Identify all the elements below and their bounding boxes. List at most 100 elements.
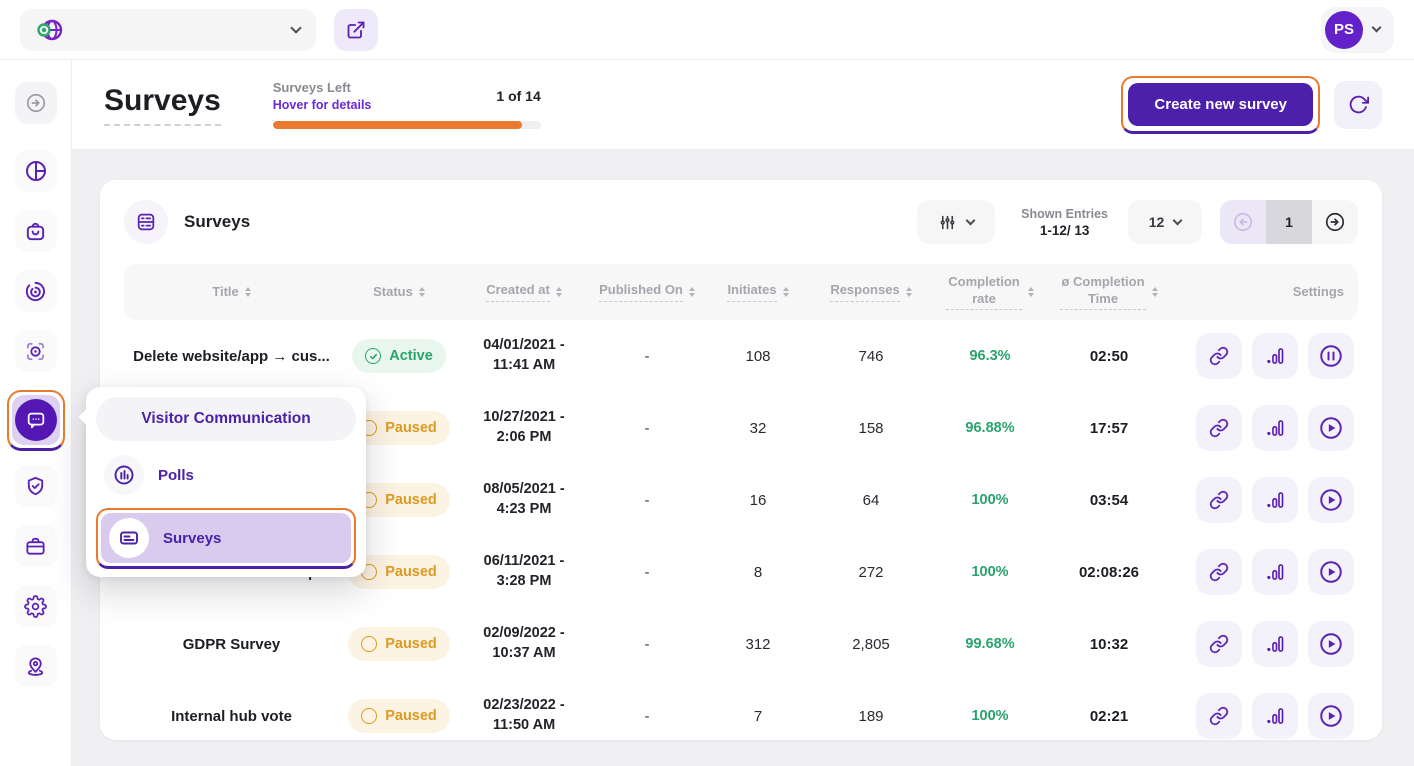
quota-hover-link[interactable]: Hover for details bbox=[273, 98, 372, 112]
surveys-quota: Surveys Left Hover for details 1 of 14 bbox=[273, 80, 541, 129]
initiates-count: 32 bbox=[705, 420, 811, 437]
refresh-button[interactable] bbox=[1334, 81, 1382, 129]
map-pin-icon bbox=[24, 655, 47, 678]
shown-entries-label: Shown Entries bbox=[1021, 207, 1108, 221]
filter-button[interactable] bbox=[917, 200, 995, 244]
circle-arrow-right-icon bbox=[25, 92, 47, 114]
column-header-completion-rate[interactable]: Completion rate bbox=[931, 266, 1049, 319]
sidebar-item-locations[interactable] bbox=[15, 645, 57, 687]
survey-stats-button[interactable] bbox=[1252, 333, 1298, 379]
created-at: 08/05/2021 -4:23 PM bbox=[459, 480, 589, 519]
polls-icon bbox=[104, 455, 144, 495]
page-size-value: 12 bbox=[1149, 214, 1165, 230]
sidebar-item-campaigns[interactable] bbox=[15, 270, 57, 312]
quota-value: 1 of 14 bbox=[496, 88, 540, 104]
chevron-down-icon bbox=[1372, 23, 1382, 33]
column-header-initiates[interactable]: Initiates bbox=[705, 274, 811, 310]
completion-rate: 100% bbox=[931, 564, 1049, 580]
survey-link-button[interactable] bbox=[1196, 405, 1242, 451]
next-page-button[interactable] bbox=[1312, 200, 1358, 244]
survey-toggle-button[interactable] bbox=[1308, 405, 1354, 451]
workspace-dropdown[interactable] bbox=[20, 9, 316, 51]
completion-time: 02:50 bbox=[1049, 348, 1169, 365]
row-settings bbox=[1169, 621, 1358, 667]
user-menu[interactable]: PS bbox=[1321, 7, 1394, 53]
table-row[interactable]: Internal hub vote Paused 02/23/2022 -11:… bbox=[124, 680, 1358, 752]
surveys-table-icon bbox=[124, 200, 168, 244]
briefcase-icon bbox=[24, 535, 47, 558]
survey-stats-button[interactable] bbox=[1252, 549, 1298, 595]
survey-link-button[interactable] bbox=[1196, 477, 1242, 523]
avatar: PS bbox=[1325, 11, 1363, 49]
column-header-created-at[interactable]: Created at bbox=[459, 274, 589, 310]
survey-stats-button[interactable] bbox=[1252, 477, 1298, 523]
sort-icon bbox=[245, 287, 251, 298]
sidebar-item-inbox[interactable] bbox=[15, 210, 57, 252]
completion-rate: 96.3% bbox=[931, 348, 1049, 364]
column-header-published-on[interactable]: Published On bbox=[589, 274, 705, 310]
responses-count: 189 bbox=[811, 708, 931, 725]
sidebar-item-privacy[interactable] bbox=[15, 465, 57, 507]
sliders-icon bbox=[938, 213, 957, 232]
survey-stats-button[interactable] bbox=[1252, 405, 1298, 451]
row-settings bbox=[1169, 693, 1358, 739]
shown-entries-value: 1-12/ 13 bbox=[1021, 223, 1108, 238]
surveys-icon bbox=[109, 518, 149, 558]
card-title: Surveys bbox=[184, 212, 250, 232]
sidebar-item-tracking[interactable] bbox=[15, 330, 57, 372]
website-status-icon bbox=[36, 18, 66, 42]
menu-item-surveys[interactable]: Surveys bbox=[101, 513, 351, 563]
menu-item-polls[interactable]: Polls bbox=[96, 450, 356, 500]
initiates-count: 7 bbox=[705, 708, 811, 725]
completion-time: 10:32 bbox=[1049, 636, 1169, 653]
survey-toggle-button[interactable] bbox=[1308, 333, 1354, 379]
survey-link-button[interactable] bbox=[1196, 549, 1242, 595]
sidebar-active-highlight bbox=[7, 390, 65, 451]
sidebar-item-organization[interactable] bbox=[15, 525, 57, 567]
table-row[interactable]: GDPR Survey Paused 02/09/2022 -10:37 AM … bbox=[124, 608, 1358, 680]
link-icon bbox=[1209, 490, 1229, 510]
completion-time: 02:21 bbox=[1049, 708, 1169, 725]
column-header-completion-time[interactable]: ø Completion Time bbox=[1049, 266, 1169, 319]
current-page-button[interactable]: 1 bbox=[1266, 200, 1312, 244]
sidebar-item-dashboard[interactable] bbox=[15, 150, 57, 192]
row-settings bbox=[1169, 477, 1358, 523]
status-badge: Paused bbox=[348, 627, 450, 661]
column-header-responses[interactable]: Responses bbox=[811, 274, 931, 310]
surveys-item-highlight: Surveys bbox=[96, 508, 356, 569]
sidebar-item-settings[interactable] bbox=[15, 585, 57, 627]
survey-link-button[interactable] bbox=[1196, 333, 1242, 379]
link-icon bbox=[1209, 562, 1229, 582]
sidebar-item-collapse[interactable] bbox=[15, 82, 57, 124]
survey-stats-button[interactable] bbox=[1252, 693, 1298, 739]
survey-link-button[interactable] bbox=[1196, 621, 1242, 667]
pagination: 1 bbox=[1220, 200, 1358, 244]
create-new-survey-button[interactable]: Create new survey bbox=[1128, 83, 1313, 126]
column-header-title[interactable]: Title bbox=[124, 276, 339, 309]
gear-icon bbox=[24, 595, 47, 618]
table-row[interactable]: Delete website/app → cus... Active 04/01… bbox=[124, 320, 1358, 392]
survey-toggle-button[interactable] bbox=[1308, 693, 1354, 739]
published-on: - bbox=[589, 564, 705, 581]
survey-title: Delete website/app → cus... bbox=[124, 348, 339, 365]
status-icon bbox=[365, 348, 381, 364]
survey-toggle-button[interactable] bbox=[1308, 621, 1354, 667]
play-icon bbox=[1318, 703, 1344, 729]
bar-chart-icon bbox=[1265, 562, 1285, 582]
create-survey-highlight: Create new survey bbox=[1121, 76, 1320, 134]
completion-time: 17:57 bbox=[1049, 420, 1169, 437]
open-external-button[interactable] bbox=[334, 9, 378, 51]
sort-icon bbox=[906, 287, 912, 298]
bag-icon bbox=[24, 220, 47, 243]
survey-toggle-button[interactable] bbox=[1308, 549, 1354, 595]
prev-page-button[interactable] bbox=[1220, 200, 1266, 244]
completion-time: 03:54 bbox=[1049, 492, 1169, 509]
column-header-status[interactable]: Status bbox=[339, 276, 459, 309]
survey-stats-button[interactable] bbox=[1252, 621, 1298, 667]
survey-link-button[interactable] bbox=[1196, 693, 1242, 739]
sidebar-item-visitor-communication[interactable] bbox=[12, 395, 60, 445]
shown-entries: Shown Entries 1-12/ 13 bbox=[1021, 207, 1108, 238]
page-size-select[interactable]: 12 bbox=[1128, 200, 1202, 244]
page-title: Surveys bbox=[104, 84, 221, 126]
survey-toggle-button[interactable] bbox=[1308, 477, 1354, 523]
